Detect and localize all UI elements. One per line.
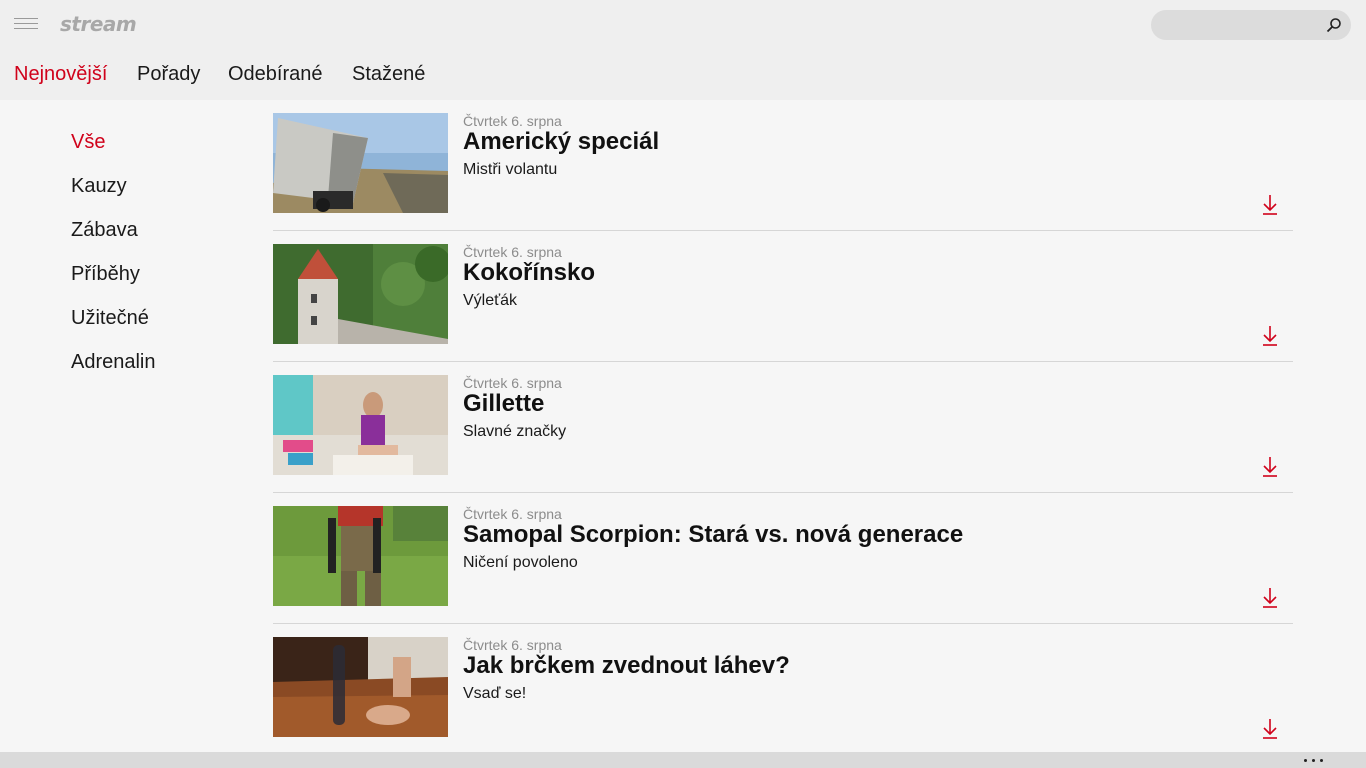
video-thumbnail[interactable] xyxy=(273,113,448,213)
video-row[interactable]: Čtvrtek 6. srpna Kokořínsko Výleťák xyxy=(273,231,1293,362)
video-thumbnail[interactable] xyxy=(273,244,448,344)
download-icon[interactable] xyxy=(1261,717,1279,741)
video-date: Čtvrtek 6. srpna xyxy=(463,244,562,260)
sidebar-item-vse[interactable]: Vše xyxy=(71,131,105,154)
video-title[interactable]: Gillette xyxy=(463,390,544,418)
video-show: Výleťák xyxy=(463,292,518,309)
sidebar-item-adrenalin[interactable]: Adrenalin xyxy=(71,351,156,374)
top-bar: stream xyxy=(0,0,1366,50)
tab-bar: Nejnovější Pořady Odebírané Stažené xyxy=(0,50,1366,100)
video-thumbnail[interactable] xyxy=(273,506,448,606)
sidebar-item-uzitecne[interactable]: Užitečné xyxy=(71,307,149,330)
download-icon[interactable] xyxy=(1261,586,1279,610)
tab-stazene[interactable]: Stažené xyxy=(352,63,425,86)
search-icon[interactable] xyxy=(1325,16,1343,34)
download-icon[interactable] xyxy=(1261,193,1279,217)
more-options-icon[interactable] xyxy=(1302,753,1326,765)
video-date: Čtvrtek 6. srpna xyxy=(463,637,562,653)
hamburger-menu-icon[interactable] xyxy=(14,18,38,32)
video-date: Čtvrtek 6. srpna xyxy=(463,375,562,391)
sidebar-item-zabava[interactable]: Zábava xyxy=(71,219,138,242)
video-title[interactable]: Samopal Scorpion: Stará vs. nová generac… xyxy=(463,521,963,549)
video-show: Slavné značky xyxy=(463,423,567,440)
video-show: Vsaď se! xyxy=(463,685,527,702)
tab-odebirane[interactable]: Odebírané xyxy=(228,63,323,86)
download-icon[interactable] xyxy=(1261,455,1279,479)
tab-porady[interactable]: Pořady xyxy=(137,63,200,86)
app-logo: stream xyxy=(60,12,137,36)
sidebar-item-kauzy[interactable]: Kauzy xyxy=(71,175,127,198)
video-title[interactable]: Jak brčkem zvednout láhev? xyxy=(463,652,790,680)
download-icon[interactable] xyxy=(1261,324,1279,348)
video-row[interactable]: Čtvrtek 6. srpna Gillette Slavné značky xyxy=(273,362,1293,493)
search-input[interactable] xyxy=(1165,16,1315,34)
video-row[interactable]: Čtvrtek 6. srpna Jak brčkem zvednout láh… xyxy=(273,624,1293,755)
sidebar-item-pribehy[interactable]: Příběhy xyxy=(71,263,140,286)
video-thumbnail[interactable] xyxy=(273,637,448,737)
video-thumbnail[interactable] xyxy=(273,375,448,475)
video-date: Čtvrtek 6. srpna xyxy=(463,113,562,129)
video-row[interactable]: Čtvrtek 6. srpna Samopal Scorpion: Stará… xyxy=(273,493,1293,624)
tab-nejnovejsi[interactable]: Nejnovější xyxy=(14,63,107,86)
video-row[interactable]: Čtvrtek 6. srpna Americký speciál Mistři… xyxy=(273,100,1293,231)
video-date: Čtvrtek 6. srpna xyxy=(463,506,562,522)
app-bar xyxy=(0,752,1366,768)
video-show: Mistři volantu xyxy=(463,161,558,178)
video-title[interactable]: Kokořínsko xyxy=(463,259,595,287)
search-box[interactable] xyxy=(1151,10,1351,40)
video-title[interactable]: Americký speciál xyxy=(463,128,659,156)
video-show: Ničení povoleno xyxy=(463,554,578,571)
